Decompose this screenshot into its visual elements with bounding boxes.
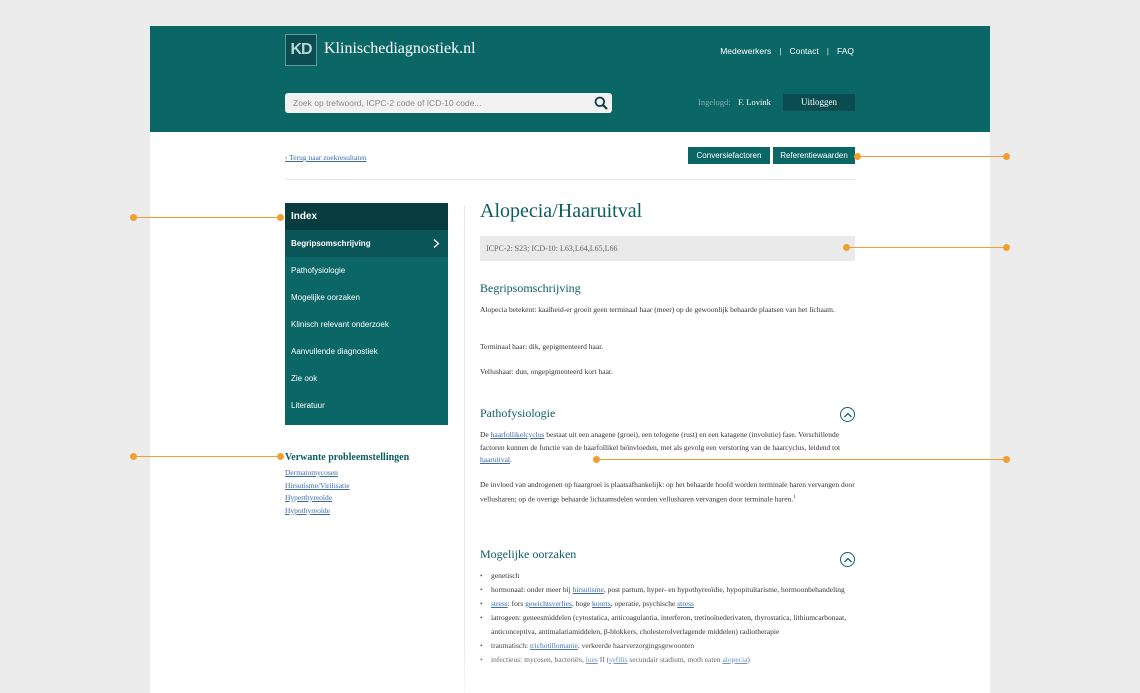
callout-dot: [277, 214, 284, 221]
link-haaruitval[interactable]: haaruitval: [480, 455, 510, 464]
link-stress[interactable]: stress: [491, 599, 508, 608]
list-item: infectieus: mycosen, bacteriën, lues II …: [480, 653, 855, 667]
list-item: iatrogeen: geneesmiddelen (cytostatica, …: [480, 611, 855, 639]
login-user: F. Lovink: [738, 97, 771, 107]
related-list: Dermatomycosen Hirsutisme/Virilisatie Hy…: [285, 467, 350, 517]
conversion-factors-button[interactable]: Conversiefactoren: [688, 147, 770, 164]
callout-line: [133, 456, 281, 457]
index-item-begripsomschrijving[interactable]: Begripsomschrijving: [285, 230, 448, 257]
link-lues[interactable]: lues: [586, 655, 598, 664]
callout-dot: [593, 456, 600, 463]
callout-dot: [130, 214, 137, 221]
nav-separator: |: [779, 46, 782, 56]
link-gewichtsverlies[interactable]: gewichtsverlies: [525, 599, 572, 608]
page-title: Alopecia/Haaruitval: [480, 200, 643, 222]
search-input[interactable]: [293, 93, 583, 113]
chevron-right-icon: [433, 239, 440, 248]
nav-contact[interactable]: Contact: [789, 46, 818, 56]
related-link-hyperthyreoide[interactable]: Hyperthyreoïde: [285, 492, 350, 505]
related-title: Verwante probleemstellingen: [285, 452, 410, 463]
reference-values-button[interactable]: Referentiewaarden: [773, 147, 855, 164]
page-canvas: KD Klinischediagnostiek.nl Medewerkers |…: [150, 26, 990, 693]
index-title: Index: [285, 203, 448, 230]
vellus-hair-paragraph: Vellushaar: dun, ongepigmenteerd kort ha…: [480, 367, 613, 376]
section-title-pathofysiologie: Pathofysiologie: [480, 406, 556, 420]
top-nav: Medewerkers | Contact | FAQ: [720, 46, 854, 56]
callout-line: [133, 217, 281, 218]
site-header: KD Klinischediagnostiek.nl Medewerkers |…: [150, 26, 990, 132]
nav-medewerkers[interactable]: Medewerkers: [720, 46, 771, 56]
definition-paragraph: Alopecia betekent: kaalheid-er groeit ge…: [480, 305, 835, 314]
link-hirsutisme[interactable]: hirsutisme: [573, 585, 604, 594]
collapse-toggle[interactable]: [840, 552, 855, 567]
classification-codes: ICPC-2: S23; ICD-10: L63,L64,L65,L66: [480, 236, 855, 261]
pathophysiology-paragraph-1: De haarfollikelcyclus bestaat uit een an…: [480, 430, 841, 464]
search-bar: [285, 93, 612, 113]
causes-list: genetisch hormonaal: onder meer bij hirs…: [480, 569, 855, 667]
index-item-klinisch-onderzoek[interactable]: Klinisch relevant onderzoek: [285, 311, 448, 338]
related-link-dermatomycosen[interactable]: Dermatomycosen: [285, 467, 350, 480]
link-stress[interactable]: stress: [677, 599, 694, 608]
login-label: Ingelogd:: [698, 97, 731, 107]
chevron-up-icon: [844, 557, 852, 563]
column-divider: [464, 205, 465, 693]
nav-separator: |: [826, 46, 829, 56]
pathophysiology-paragraph-2: De invloed van androgenen op haargroei i…: [480, 480, 855, 503]
list-item: genetisch: [480, 569, 855, 583]
link-koorts[interactable]: koorts: [592, 599, 611, 608]
callout-line: [846, 247, 1006, 248]
callout-dot: [1003, 244, 1010, 251]
index-item-mogelijke-oorzaken[interactable]: Mogelijke oorzaken: [285, 284, 448, 311]
list-item: hormonaal: onder meer bij hirsutisme, po…: [480, 583, 855, 597]
link-trichotillomanie[interactable]: trichotillomanie: [530, 641, 578, 650]
back-to-results-link[interactable]: ‹ Terug naar zoekresultaten: [285, 153, 367, 162]
callout-dot: [1003, 456, 1010, 463]
callout-dot: [277, 453, 284, 460]
index-panel: Index Begripsomschrijving Pathofysiologi…: [285, 203, 448, 425]
index-item-label: Begripsomschrijving: [291, 239, 371, 248]
link-alopecia[interactable]: alopecia: [722, 655, 747, 664]
callout-dot: [130, 453, 137, 460]
collapse-toggle[interactable]: [840, 407, 855, 422]
logout-button[interactable]: Uitloggen: [783, 94, 855, 111]
list-item: stress: fors gewichtsverlies, hoge koort…: [480, 597, 855, 611]
link-haarfollikelcyclus[interactable]: haarfollikelcyclus: [491, 430, 545, 439]
footnote-ref[interactable]: 1: [793, 495, 796, 500]
terminal-hair-paragraph: Terminaal haar: dik, gepigmenteerd haar.: [480, 342, 604, 351]
chevron-up-icon: [844, 412, 852, 418]
related-link-hirsutisme[interactable]: Hirsutisme/Virilisatie: [285, 480, 350, 493]
index-item-literatuur[interactable]: Literatuur: [285, 392, 448, 419]
callout-dot: [854, 153, 861, 160]
callout-dot: [1003, 153, 1010, 160]
section-title-mogelijke-oorzaken: Mogelijke oorzaken: [480, 547, 577, 561]
search-icon[interactable]: [594, 96, 608, 110]
callout-line: [858, 156, 1006, 157]
section-title-begripsomschrijving: Begripsomschrijving: [480, 281, 581, 295]
index-item-zie-ook[interactable]: Zie ook: [285, 365, 448, 392]
logo-mark[interactable]: KD: [285, 34, 317, 66]
callout-dot: [843, 244, 850, 251]
list-item: traumatisch: trichotillomanie, verkeerde…: [480, 639, 855, 653]
divider: [285, 179, 855, 180]
index-item-pathofysiologie[interactable]: Pathofysiologie: [285, 257, 448, 284]
nav-faq[interactable]: FAQ: [837, 46, 854, 56]
index-item-aanvullende-diagnostiek[interactable]: Aanvullende diagnostiek: [285, 338, 448, 365]
site-name[interactable]: Klinischediagnostiek.nl: [324, 40, 476, 58]
related-link-hypothyreoide[interactable]: Hypothyreoïde: [285, 505, 350, 518]
callout-line: [596, 459, 1006, 460]
link-syfilis[interactable]: syfilis: [609, 655, 627, 664]
